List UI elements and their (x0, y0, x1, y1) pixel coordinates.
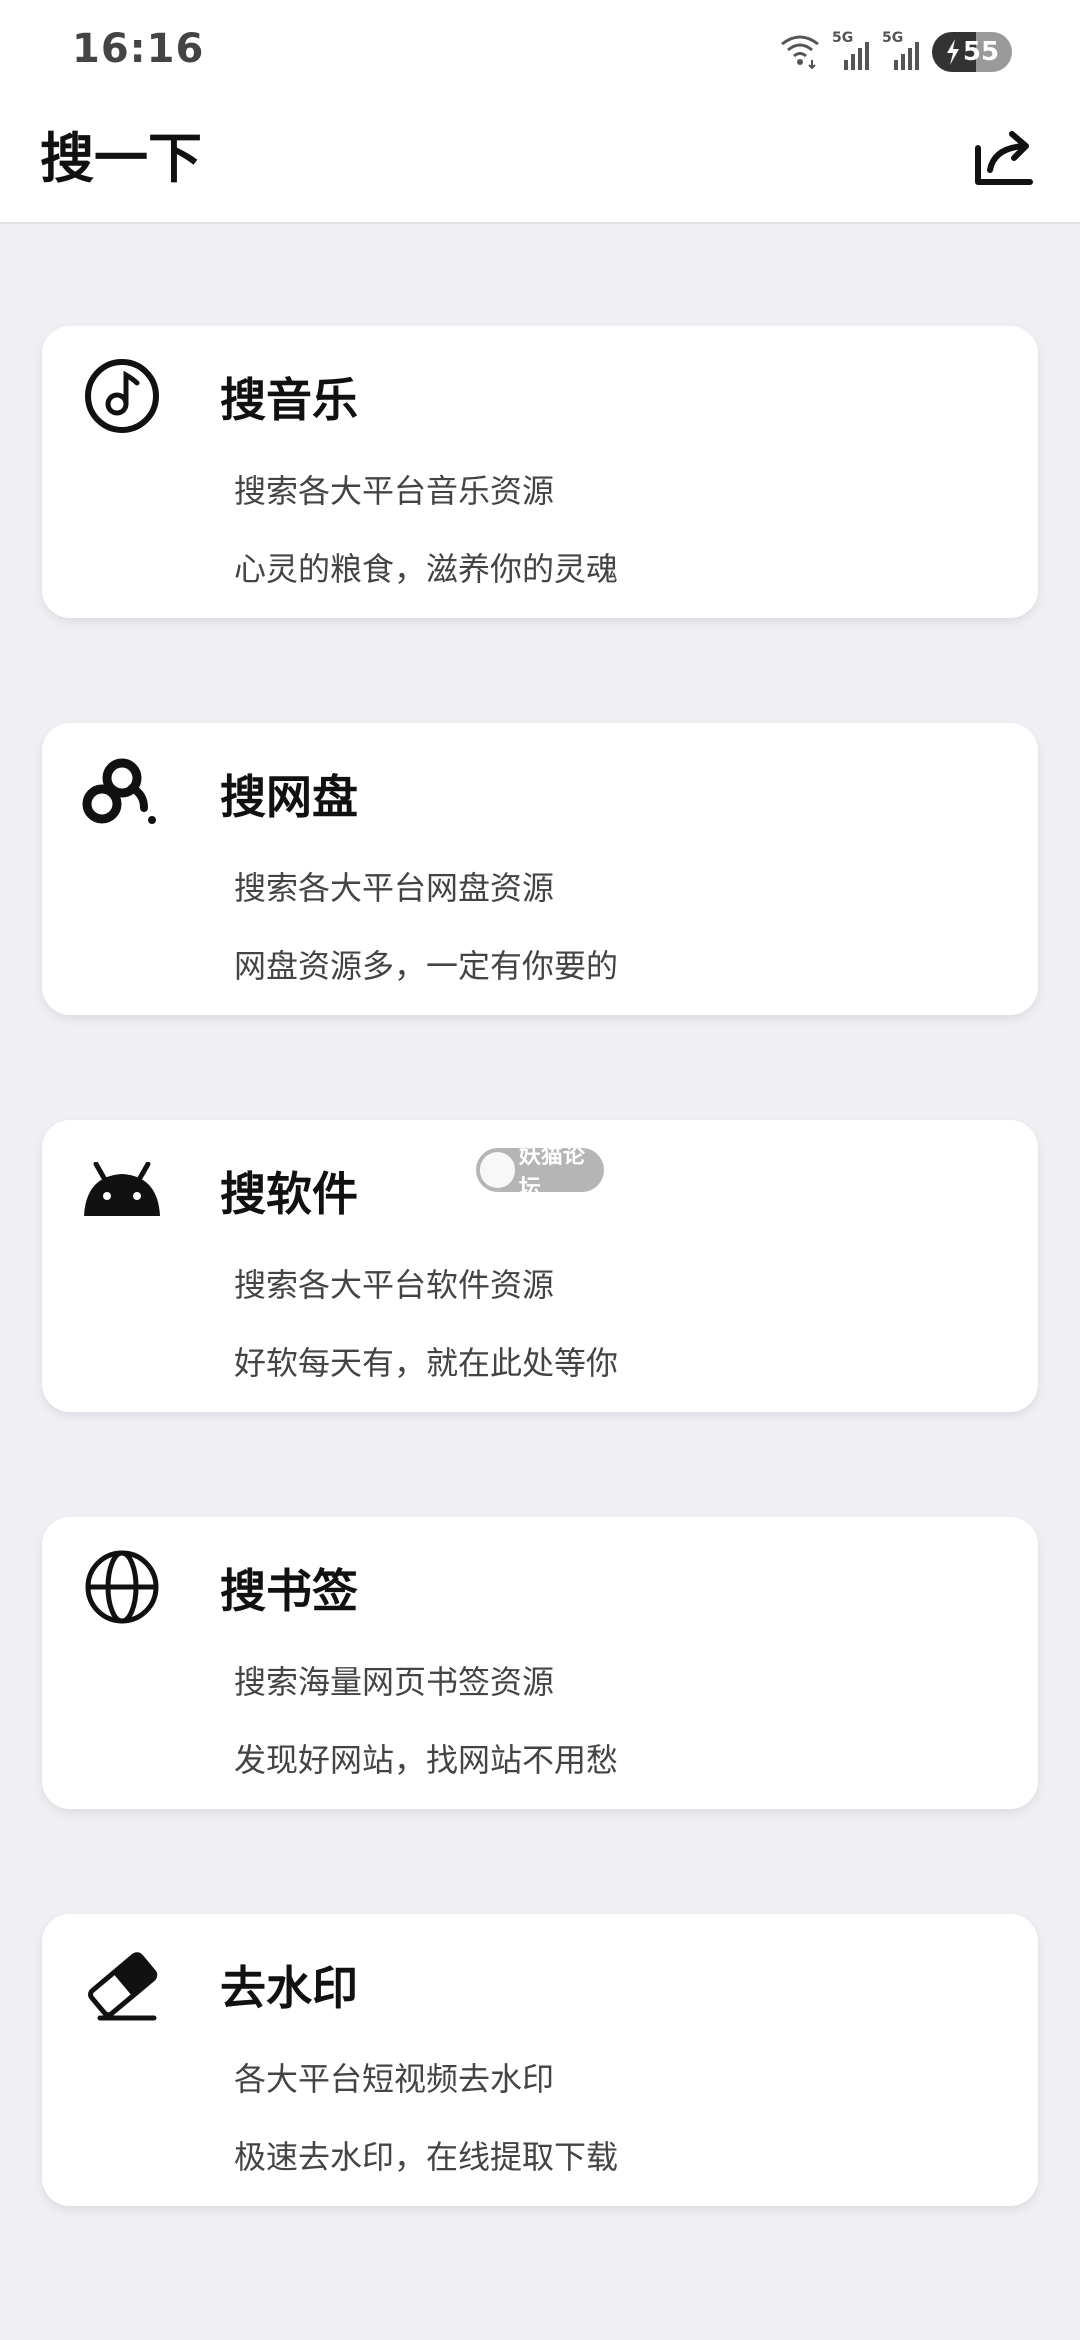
card-cloud-drive[interactable]: 搜网盘 搜索各大平台网盘资源 网盘资源多，一定有你要的 (42, 723, 1038, 1015)
card-watermark-removal[interactable]: 去水印 各大平台短视频去水印 极速去水印，在线提取下载 (42, 1914, 1038, 2206)
card-description: 搜索海量网页书签资源 (234, 1663, 555, 1701)
signal-icon: 5G (832, 30, 872, 72)
app-bar: 搜一下 (0, 96, 1080, 224)
card-title: 搜软件 (220, 1167, 358, 1221)
card-music[interactable]: 搜音乐 搜索各大平台音乐资源 心灵的粮食，滋养你的灵魂 (42, 326, 1038, 618)
card-bookmarks[interactable]: 搜书签 搜索海量网页书签资源 发现好网站，找网站不用愁 (42, 1517, 1038, 1809)
globe-icon (80, 1545, 164, 1629)
card-description: 搜索各大平台音乐资源 (234, 472, 555, 510)
battery-level: 55 (962, 37, 1000, 67)
card-subdescription: 好软每天有，就在此处等你 (234, 1344, 619, 1382)
watermark-badge-icon (480, 1152, 515, 1188)
card-subdescription: 网盘资源多，一定有你要的 (234, 947, 619, 985)
card-title: 去水印 (220, 1961, 358, 2015)
page-title: 搜一下 (40, 127, 202, 190)
card-description: 各大平台短视频去水印 (234, 2060, 555, 2098)
eraser-icon (80, 1942, 164, 2026)
share-icon (975, 131, 1033, 185)
status-icons: 5G 5G 55 (778, 30, 1012, 74)
status-time: 16:16 (72, 26, 205, 72)
watermark-text: 妖猫论坛 (518, 1144, 585, 1201)
card-title: 搜网盘 (220, 770, 358, 824)
music-note-icon (80, 354, 164, 438)
battery-charging-icon (946, 39, 959, 65)
card-subdescription: 极速去水印，在线提取下载 (234, 2138, 619, 2176)
wifi-icon (778, 30, 822, 74)
feature-list: 搜音乐 搜索各大平台音乐资源 心灵的粮食，滋养你的灵魂 搜网盘 搜索各大平台网盘… (42, 326, 1038, 2311)
card-subdescription: 心灵的粮食，滋养你的灵魂 (234, 550, 619, 588)
card-description: 搜索各大平台网盘资源 (234, 869, 555, 907)
battery-indicator: 55 (932, 32, 1012, 72)
card-title: 搜音乐 (220, 373, 358, 427)
watermark-logo: 妖猫论坛 (476, 1144, 604, 1201)
signal-icon: 5G (882, 30, 922, 72)
card-subdescription: 发现好网站，找网站不用愁 (234, 1741, 619, 1779)
share-button[interactable] (964, 118, 1044, 198)
status-bar: 16:16 5G 5G 55 (0, 0, 1080, 96)
card-title: 搜书签 (220, 1564, 358, 1618)
card-description: 搜索各大平台软件资源 (234, 1266, 555, 1304)
cloud-drive-icon (80, 751, 164, 835)
android-icon (80, 1148, 164, 1232)
